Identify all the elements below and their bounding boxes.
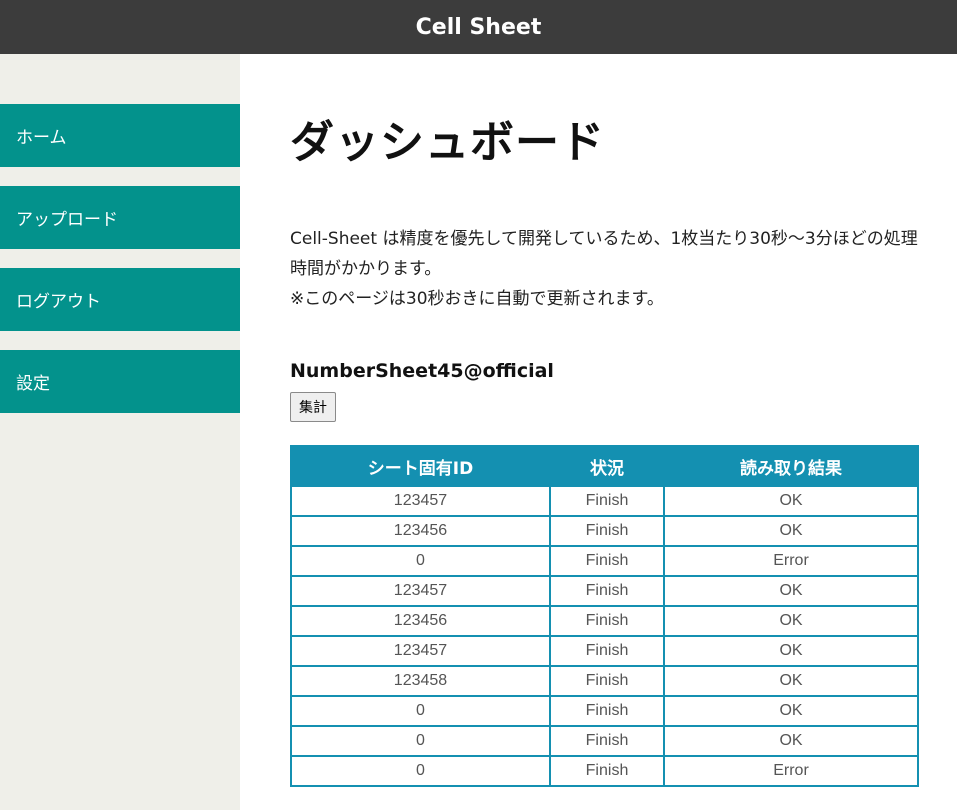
cell-result: Error: [663, 755, 919, 787]
cell-status: Finish: [549, 605, 665, 637]
cell-status: Finish: [549, 725, 665, 757]
header-status: 状況: [549, 445, 665, 487]
cell-status: Finish: [549, 485, 665, 517]
cell-sheet-id: 123456: [290, 515, 551, 547]
sidebar-item-settings[interactable]: 設定: [0, 350, 240, 413]
results-table: シート固有ID 状況 読み取り結果 123457 Finish OK 12345…: [290, 445, 919, 787]
table-row: 0 Finish OK: [290, 725, 919, 757]
cell-sheet-id: 0: [290, 545, 551, 577]
sidebar: ホーム アップロード ログアウト 設定: [0, 54, 240, 810]
cell-status: Finish: [549, 635, 665, 667]
cell-sheet-id: 123456: [290, 605, 551, 637]
cell-result: OK: [663, 485, 919, 517]
cell-result: OK: [663, 665, 919, 697]
cell-status: Finish: [549, 665, 665, 697]
cell-sheet-id: 0: [290, 725, 551, 757]
cell-result: OK: [663, 575, 919, 607]
cell-result: OK: [663, 515, 919, 547]
table-row: 123457 Finish OK: [290, 485, 919, 517]
page-title: ダッシュボード: [290, 117, 605, 168]
sheet-name: NumberSheet45@official: [290, 360, 554, 382]
table-header-row: シート固有ID 状況 読み取り結果: [290, 445, 919, 487]
table-row: 123457 Finish OK: [290, 575, 919, 607]
cell-sheet-id: 123457: [290, 485, 551, 517]
sidebar-item-logout[interactable]: ログアウト: [0, 268, 240, 331]
table-row: 123458 Finish OK: [290, 665, 919, 697]
cell-sheet-id: 123458: [290, 665, 551, 697]
header-result: 読み取り結果: [663, 445, 919, 487]
cell-sheet-id: 0: [290, 695, 551, 727]
table-row: 123456 Finish OK: [290, 605, 919, 637]
cell-result: Error: [663, 545, 919, 577]
cell-result: OK: [663, 725, 919, 757]
description-note: ※このページは30秒おきに自動で更新されます。: [290, 289, 664, 309]
cell-status: Finish: [549, 695, 665, 727]
cell-status: Finish: [549, 755, 665, 787]
cell-status: Finish: [549, 545, 665, 577]
cell-result: OK: [663, 695, 919, 727]
cell-sheet-id: 0: [290, 755, 551, 787]
cell-status: Finish: [549, 575, 665, 607]
sidebar-item-upload[interactable]: アップロード: [0, 186, 240, 249]
description: Cell-Sheet は精度を優先して開発しているため、1枚当たり30秒〜3分ほ…: [290, 224, 920, 314]
cell-result: OK: [663, 635, 919, 667]
table-row: 123456 Finish OK: [290, 515, 919, 547]
cell-result: OK: [663, 605, 919, 637]
cell-sheet-id: 123457: [290, 575, 551, 607]
table-row: 0 Finish Error: [290, 755, 919, 787]
app-title: Cell Sheet: [415, 14, 542, 40]
top-bar: Cell Sheet: [0, 0, 957, 54]
aggregate-button[interactable]: 集計: [290, 392, 336, 422]
table-row: 0 Finish OK: [290, 695, 919, 727]
sidebar-item-home[interactable]: ホーム: [0, 104, 240, 167]
cell-status: Finish: [549, 515, 665, 547]
table-row: 0 Finish Error: [290, 545, 919, 577]
cell-sheet-id: 123457: [290, 635, 551, 667]
header-sheet-id: シート固有ID: [290, 445, 551, 487]
table-row: 123457 Finish OK: [290, 635, 919, 667]
description-line: Cell-Sheet は精度を優先して開発しているため、1枚当たり30秒〜3分ほ…: [290, 229, 918, 279]
